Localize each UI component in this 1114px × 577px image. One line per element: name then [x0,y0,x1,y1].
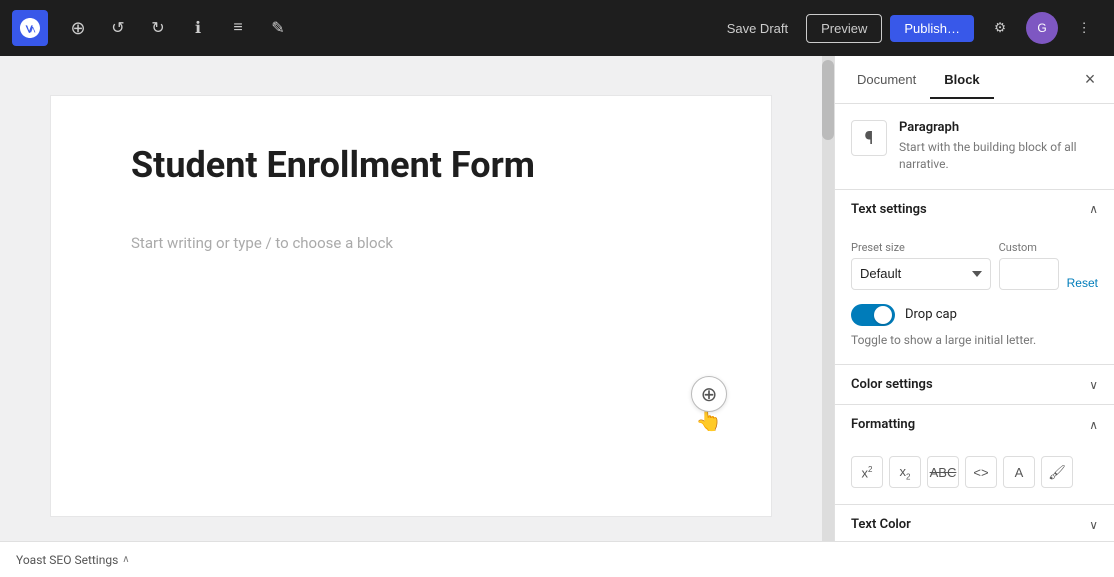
text-settings-fields: Preset size Default Custom Reset [851,241,1098,290]
plus-circle-icon: ⊕ [701,382,718,407]
preset-col: Preset size Default [851,241,991,290]
subscript-btn[interactable]: x2 [889,456,921,488]
preview-button[interactable]: Preview [806,14,882,43]
gear-icon: ⚙ [994,20,1006,36]
reset-btn[interactable]: Reset [1067,276,1098,290]
edit-icon: ✎ [271,18,284,38]
block-placeholder[interactable]: Start writing or type / to choose a bloc… [131,227,691,259]
preset-size-label: Preset size [851,241,991,254]
info-icon: ℹ [195,18,201,38]
superscript-icon: x2 [862,465,873,480]
custom-label: Custom [999,241,1059,254]
block-info-desc: Start with the building block of all nar… [899,139,1098,173]
scrollbar-thumb [822,60,834,140]
strikethrough-icon: ABC [930,465,957,480]
block-info-text: Paragraph Start with the building block … [899,120,1098,173]
post-title[interactable]: Student Enrollment Form [131,144,691,187]
text-settings-header[interactable]: Text settings ∧ [835,190,1114,229]
code-btn[interactable]: <> [965,456,997,488]
preset-size-select[interactable]: Default [851,258,991,290]
block-info: ¶ Paragraph Start with the building bloc… [835,104,1114,190]
toggle-knob [874,306,892,324]
more-options-btn[interactable]: ⋮ [1066,10,1102,46]
text-color-title: Text Color [851,517,911,532]
redo-btn[interactable]: ↻ [140,10,176,46]
highlight-icon: 🖌 [1048,464,1066,481]
drop-cap-toggle[interactable] [851,304,895,326]
sidebar-close-btn[interactable]: × [1074,64,1106,96]
text-settings-title: Text settings [851,202,927,217]
formatting-chevron-icon: ∧ [1089,418,1098,432]
sidebar-body: ¶ Paragraph Start with the building bloc… [835,104,1114,541]
text-settings-chevron-icon: ∧ [1089,202,1098,216]
color-settings-section: Color settings ∨ [835,365,1114,405]
main-layout: Student Enrollment Form Start writing or… [0,56,1114,541]
text-color-header[interactable]: Text Color ∨ [835,505,1114,541]
wp-logo [12,10,48,46]
main-toolbar: ⊕ ↺ ↻ ℹ ≡ ✎ Save Draft Preview Publish… … [0,0,1114,56]
drop-cap-label: Drop cap [905,307,957,322]
text-settings-section: Text settings ∧ Preset size Default Cust… [835,190,1114,366]
sidebar: Document Block × ¶ Paragraph Start with … [834,56,1114,541]
undo-icon: ↺ [111,18,124,38]
highlight-btn[interactable]: 🖌 [1041,456,1073,488]
tab-block[interactable]: Block [930,60,993,99]
list-view-btn[interactable]: ≡ [220,10,256,46]
edit-btn[interactable]: ✎ [260,10,296,46]
custom-col: Custom [999,241,1059,290]
list-icon: ≡ [233,19,242,37]
editor-area[interactable]: Student Enrollment Form Start writing or… [0,56,822,541]
settings-button[interactable]: ⚙ [982,10,1018,46]
formatting-body: x2 x2 ABC <> A [835,444,1114,504]
publish-button[interactable]: Publish… [890,15,974,42]
sidebar-tabs: Document Block × [835,56,1114,104]
info-btn[interactable]: ℹ [180,10,216,46]
text-color-section: Text Color ∨ [835,505,1114,541]
scrollbar-track[interactable] [822,56,834,541]
toolbar-right: Save Draft Preview Publish… ⚙ G ⋮ [717,10,1102,46]
drop-cap-desc: Toggle to show a large initial letter. [851,332,1098,349]
bottom-chevron-icon: ∧ [122,554,129,565]
bottom-bar-left[interactable]: Yoast SEO Settings ∧ [16,553,130,567]
color-settings-header[interactable]: Color settings ∨ [835,365,1114,404]
strikethrough-btn[interactable]: ABC [927,456,959,488]
editor-content: Student Enrollment Form Start writing or… [51,96,771,516]
code-icon: <> [973,465,988,480]
color-settings-title: Color settings [851,377,933,392]
block-info-title: Paragraph [899,120,1098,135]
subscript-icon: x2 [900,464,911,482]
tab-document[interactable]: Document [843,60,930,99]
save-draft-button[interactable]: Save Draft [717,15,798,42]
add-icon: ⊕ [70,18,85,39]
keyboard-btn[interactable]: A [1003,456,1035,488]
undo-btn[interactable]: ↺ [100,10,136,46]
formatting-section: Formatting ∧ x2 x2 ABC [835,405,1114,505]
user-avatar-btn[interactable]: G [1026,12,1058,44]
superscript-btn[interactable]: x2 [851,456,883,488]
wp-logo-icon [20,18,40,38]
more-icon: ⋮ [1077,20,1090,36]
formatting-title: Formatting [851,417,915,432]
redo-icon: ↻ [151,18,164,38]
bottom-bar: Yoast SEO Settings ∧ [0,541,1114,577]
formatting-icons: x2 x2 ABC <> A [851,456,1098,488]
text-color-chevron-icon: ∨ [1089,518,1098,532]
drop-cap-row: Drop cap [851,304,1098,326]
color-settings-chevron-icon: ∨ [1089,378,1098,392]
inline-add-block-btn[interactable]: ⊕ [691,376,727,412]
yoast-seo-label: Yoast SEO Settings [16,553,118,567]
custom-size-input[interactable] [999,258,1059,290]
keyboard-icon: A [1015,465,1024,480]
paragraph-block-icon: ¶ [851,120,887,156]
formatting-header[interactable]: Formatting ∧ [835,405,1114,444]
text-settings-body: Preset size Default Custom Reset [835,229,1114,365]
add-block-toolbar-btn[interactable]: ⊕ [60,10,96,46]
